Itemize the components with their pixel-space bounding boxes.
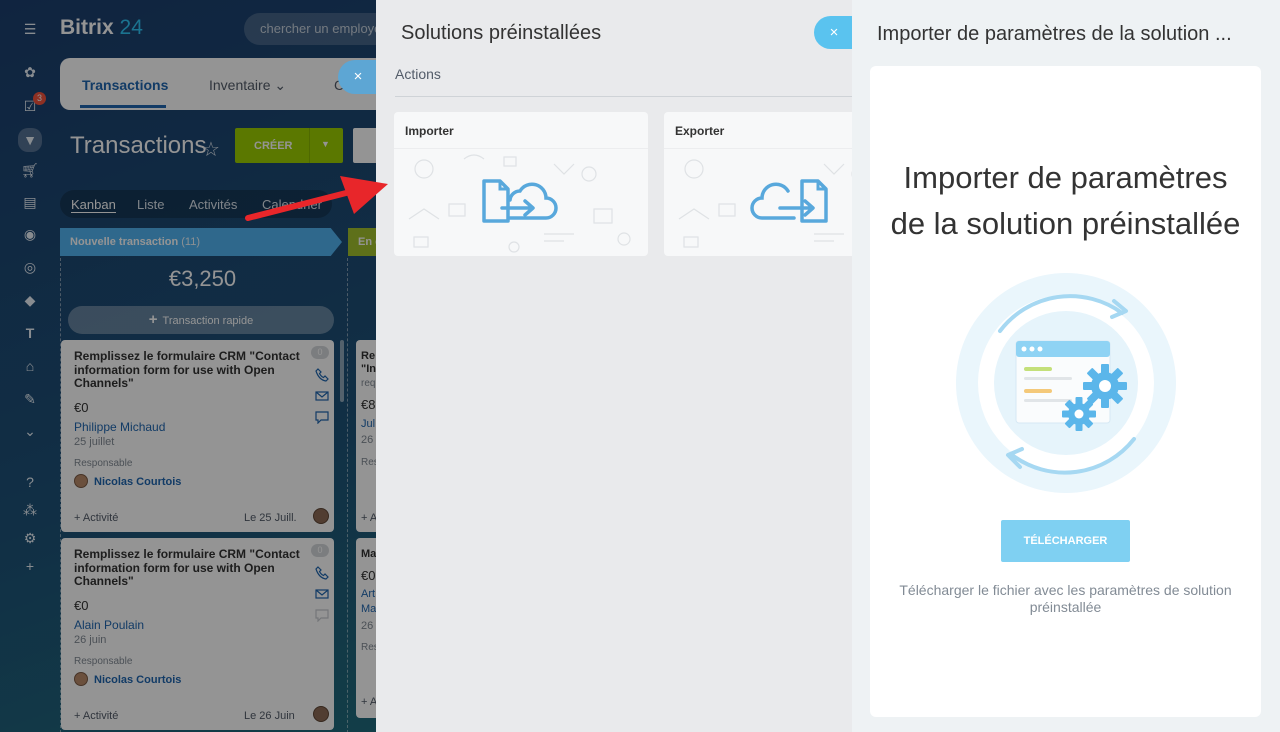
settings-sync-illustration [956,273,1176,493]
import-heading: Importer de paramètres de la solution pr… [870,155,1261,247]
close-solutions-panel-button[interactable]: × [814,16,854,49]
export-icon [750,179,828,223]
upload-hint: Télécharger le fichier avec les paramètr… [899,582,1232,615]
close-icon: × [353,68,363,85]
export-tile[interactable]: Exporter [664,112,852,256]
import-tile-label: Importer [405,124,454,138]
actions-section-label: Actions [395,66,441,82]
preinstalled-solutions-panel: Solutions préinstallées Actions Importer… [376,0,852,732]
upload-file-button[interactable]: TÉLÉCHARGER [1001,520,1130,562]
import-heading-line2: de la solution préinstallée [890,206,1241,241]
close-icon: × [829,24,839,41]
import-card: Importer de paramètres de la solution pr… [870,66,1261,717]
import-tile[interactable]: Importer [394,112,648,256]
close-outer-slider-button[interactable]: × [338,60,378,94]
export-tile-label: Exporter [675,124,725,138]
import-heading-line1: Importer de paramètres [903,160,1228,195]
section-divider [395,96,852,97]
import-settings-panel: Importer de paramètres de la solution ..… [852,0,1280,732]
red-pointer-arrow-icon [245,176,388,221]
import-panel-title: Importer de paramètres de la solution ..… [877,23,1232,45]
import-icon [482,179,558,223]
panel-title: Solutions préinstallées [401,22,602,44]
